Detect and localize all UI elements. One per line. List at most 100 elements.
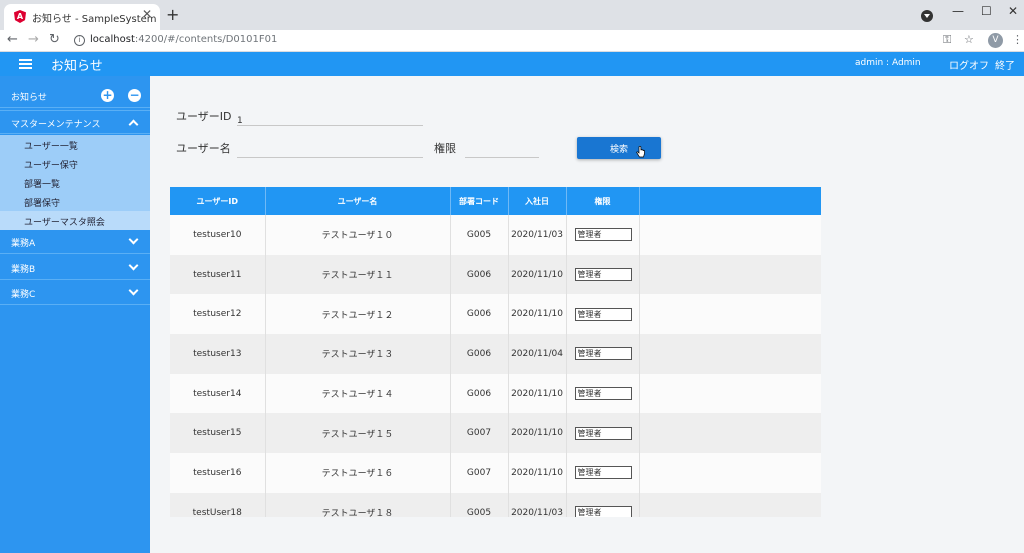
permission-box[interactable]: 管理者 <box>574 506 632 517</box>
column-header-dept-code[interactable]: 部署コード <box>450 187 509 215</box>
permission-field[interactable] <box>465 140 539 162</box>
column-header-permission[interactable]: 権限 <box>566 187 640 215</box>
exit-link[interactable]: 終了 <box>995 57 1015 72</box>
table-row[interactable]: testuser11 テストユーザ１１ G006 2020/11/10 管理者 <box>170 254 821 295</box>
hand-cursor-icon <box>636 146 645 158</box>
forward-icon[interactable]: → <box>28 32 39 47</box>
cell-user-id: testUser18 <box>170 492 266 517</box>
cell-dept-code: G005 <box>450 492 509 517</box>
cell-hire-date: 2020/11/10 <box>508 294 567 335</box>
sidebar-subitem-label: ユーザー一覧 <box>24 142 78 152</box>
table-row[interactable]: testuser10 テストユーザ１０ G005 2020/11/03 管理者 <box>170 215 821 255</box>
sidebar-subitem-label: 部署一覧 <box>24 180 61 190</box>
star-icon[interactable]: ☆ <box>964 33 974 46</box>
window-close-icon[interactable]: ✕ <box>1008 4 1018 18</box>
cell-hire-date: 2020/11/03 <box>508 215 567 255</box>
permission-box[interactable]: 管理者 <box>574 466 632 480</box>
cell-dept-code: G005 <box>450 215 509 255</box>
sidebar-item-label: お知らせ <box>11 93 47 103</box>
permission-label: 権限 <box>434 142 456 155</box>
add-icon[interactable]: + <box>101 89 114 102</box>
table-row[interactable]: testuser15 テストユーザ１５ G007 2020/11/10 管理者 <box>170 413 821 454</box>
sidebar-item-group-a[interactable]: 業務A <box>0 230 150 254</box>
hamburger-icon[interactable] <box>19 59 32 69</box>
permission-input[interactable] <box>465 144 539 162</box>
permission-box[interactable]: 管理者 <box>574 268 632 282</box>
app-header: お知らせ admin : Admin ログオフ 終了 <box>0 52 1024 76</box>
cell-user-id: testuser15 <box>170 413 266 454</box>
cell-user-name: テストユーザ１０ <box>265 215 451 255</box>
sidebar-subitem-user-maintenance[interactable]: ユーザー保守 <box>0 154 150 173</box>
cell-hire-date: 2020/11/10 <box>508 373 567 414</box>
remove-icon[interactable]: − <box>128 89 141 102</box>
table-row[interactable]: testuser14 テストユーザ１４ G006 2020/11/10 管理者 <box>170 373 821 414</box>
cell-user-name: テストユーザ１８ <box>265 492 451 517</box>
sidebar-item-group-b[interactable]: 業務B <box>0 256 150 280</box>
sidebar-item-label: 業務B <box>11 265 36 275</box>
table-row[interactable]: testuser12 テストユーザ１２ G006 2020/11/10 管理者 <box>170 294 821 335</box>
info-icon[interactable]: i <box>74 35 85 46</box>
sidebar-item-master[interactable]: マスターメンテナンス <box>0 110 150 134</box>
media-control-icon[interactable] <box>921 10 933 22</box>
profile-avatar[interactable]: V <box>988 33 1003 48</box>
column-header-user-name[interactable]: ユーザー名 <box>265 187 451 215</box>
logoff-link[interactable]: ログオフ <box>949 57 989 72</box>
search-button[interactable]: 検索 <box>577 137 661 159</box>
user-name-label: ユーザー名 <box>176 142 231 155</box>
tab-close-icon[interactable]: ✕ <box>142 7 152 21</box>
cell-user-name: テストユーザ１３ <box>265 334 451 374</box>
sidebar-subitem-user-master-inquiry[interactable]: ユーザーマスタ照会 <box>0 211 150 230</box>
column-header-user-id[interactable]: ユーザーID <box>170 187 266 215</box>
column-header-hire-date[interactable]: 入社日 <box>508 187 567 215</box>
permission-box[interactable]: 管理者 <box>574 228 632 242</box>
reload-icon[interactable]: ↻ <box>49 32 60 47</box>
back-icon[interactable]: ← <box>7 32 18 47</box>
menu-icon[interactable]: ⋮ <box>1012 33 1023 46</box>
table-row[interactable]: testUser18 テストユーザ１８ G005 2020/11/03 管理者 <box>170 492 821 517</box>
cell-dept-code: G006 <box>450 334 509 374</box>
cell-permission: 管理者 <box>566 294 640 335</box>
cell-user-name: テストユーザ１６ <box>265 453 451 493</box>
minimize-icon[interactable]: — <box>952 4 964 18</box>
table-row[interactable]: testuser16 テストユーザ１６ G007 2020/11/10 管理者 <box>170 453 821 493</box>
permission-box[interactable]: 管理者 <box>574 307 632 321</box>
permission-box[interactable]: 管理者 <box>574 347 632 361</box>
cell-permission: 管理者 <box>566 254 640 295</box>
user-name-input[interactable] <box>237 144 423 162</box>
tab-title: お知らせ - SampleSystem <box>32 14 157 25</box>
sidebar: お知らせ + − マスターメンテナンス ユーザー一覧 ユーザー保守 部署一覧 部… <box>0 76 150 553</box>
sidebar-subitem-label: 部署保守 <box>24 199 61 209</box>
cell-user-name: テストユーザ１５ <box>265 413 451 454</box>
permission-box[interactable]: 管理者 <box>574 426 632 440</box>
cell-user-id: testuser16 <box>170 453 266 493</box>
cell-hire-date: 2020/11/04 <box>508 334 567 374</box>
sidebar-item-group-c[interactable]: 業務C <box>0 281 150 305</box>
sidebar-subitem-dept-maintenance[interactable]: 部署保守 <box>0 192 150 211</box>
maximize-icon[interactable]: ☐ <box>981 4 992 18</box>
permission-box[interactable]: 管理者 <box>574 387 632 401</box>
sidebar-subitem-dept-list[interactable]: 部署一覧 <box>0 173 150 192</box>
chevron-down-icon <box>128 285 139 296</box>
angular-icon: A <box>14 10 26 23</box>
user-id-field[interactable] <box>237 108 423 130</box>
table-row[interactable]: testuser13 テストユーザ１３ G006 2020/11/04 管理者 <box>170 334 821 374</box>
cell-dept-code: G007 <box>450 413 509 454</box>
sidebar-item-label: 業務C <box>11 290 36 300</box>
browser-tab[interactable]: A お知らせ - SampleSystem ✕ <box>4 4 160 30</box>
new-tab-icon[interactable]: + <box>166 5 179 24</box>
cell-user-name: テストユーザ１１ <box>265 254 451 295</box>
key-icon[interactable]: ⚿ <box>943 33 951 47</box>
sidebar-item-label: 業務A <box>11 239 36 249</box>
user-id-input[interactable] <box>237 112 423 130</box>
cell-hire-date: 2020/11/10 <box>508 413 567 454</box>
sidebar-subitem-user-list[interactable]: ユーザー一覧 <box>0 135 150 154</box>
cell-permission: 管理者 <box>566 373 640 414</box>
cell-permission: 管理者 <box>566 334 640 374</box>
address-bar[interactable]: i localhost:4200/#/contents/D0101F01 <box>70 32 930 50</box>
cell-user-id: testuser11 <box>170 254 266 295</box>
sidebar-item-notice[interactable]: お知らせ + − <box>0 84 150 108</box>
user-label: admin : Admin <box>855 58 921 68</box>
results-table: ユーザーID ユーザー名 部署コード 入社日 権限 testuser10 テストユ… <box>170 187 821 517</box>
cell-permission: 管理者 <box>566 492 640 517</box>
user-name-field[interactable] <box>237 140 423 162</box>
